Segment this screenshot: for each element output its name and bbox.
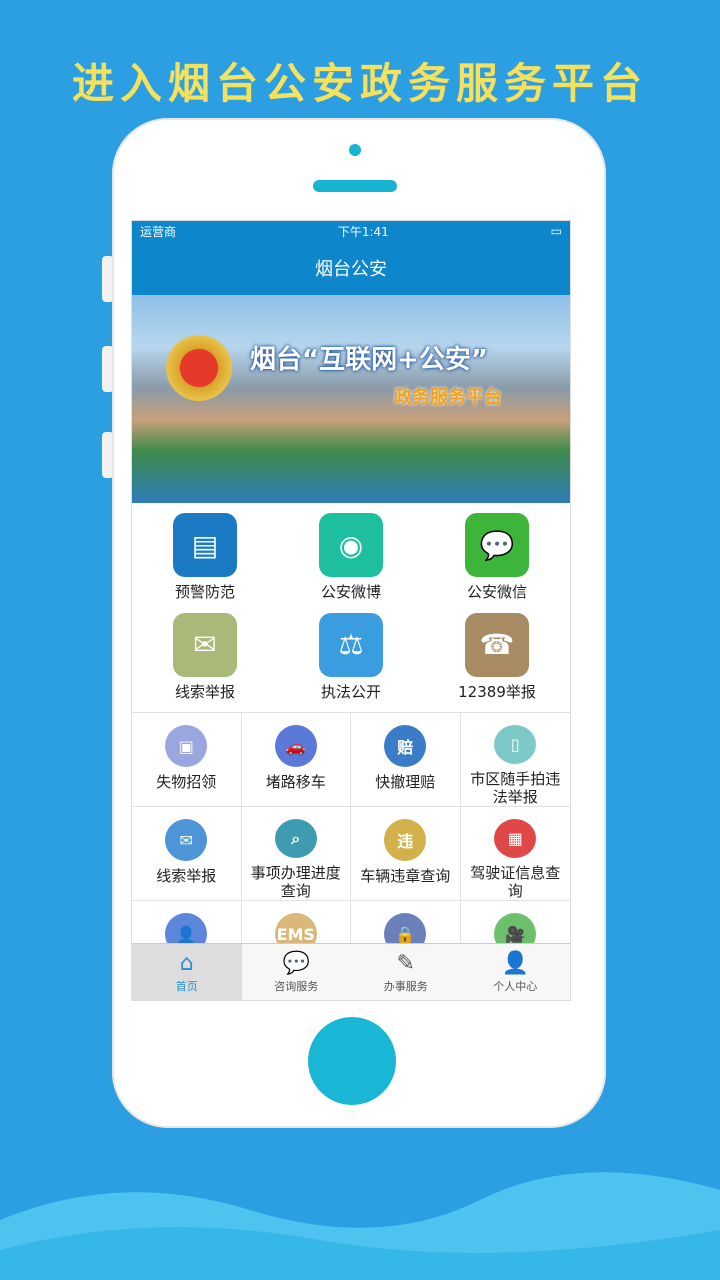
service-item[interactable]: 违车辆违章查询 [351,807,461,901]
phone-camera [349,144,361,156]
service-label: 线索举报 [156,867,217,885]
service-item[interactable]: ☎ 12389举报 [424,612,570,707]
shield-icon: 赔 [384,725,427,767]
camera-phone-icon: ▯ [494,725,537,764]
phone-speaker [313,180,397,192]
service-label: 公安微博 [320,583,381,601]
license-icon: ▦ [494,819,537,858]
service-label: 市区随手拍违法举报 [470,770,561,806]
page-title: 烟台公安 [315,259,387,280]
newspaper-icon: ▤ [173,513,237,577]
service-label: 堵路移车 [265,773,326,791]
service-item[interactable]: ▯ 市区随手拍违法举报 [460,713,570,807]
wechat-icon: 💬 [465,513,529,577]
tab-label: 首页 [175,980,198,993]
tab-item[interactable]: ✎ 办事服务 [351,944,461,1000]
police-emblem-icon [166,335,232,401]
service-label: 驾驶证信息查询 [470,864,561,900]
service-label: 预警防范 [174,583,235,601]
service-label: 失物招领 [156,773,217,791]
wave-decoration [0,1172,720,1280]
weibo-icon: ◉ [319,513,383,577]
tab-label: 办事服务 [383,980,428,993]
mail-icon: ✉ [165,819,208,861]
violation-icon: 违 [384,819,427,861]
service-label: 12389举报 [458,682,536,701]
user-icon: 👤 [501,951,529,976]
nav-bar: 烟台公安 [132,241,570,295]
tab-bar: ⌂ 首页 💬 咨询服务 ✎ 办事服务 👤 个人中心 [132,943,570,1000]
service-item[interactable]: 🚗 堵路移车 [241,713,351,807]
service-label: 线索举报 [174,682,235,701]
service-label: 事项办理进度查询 [250,864,341,900]
phone-24-icon: ☎ [465,612,529,677]
service-item[interactable]: ▦ 驾驶证信息查询 [460,807,570,901]
banner-title: 烟台“互联网+公安” [250,345,488,375]
chat-icon: 💬 [282,951,310,976]
phone-home-button [308,1017,396,1105]
service-label: 车辆违章查询 [360,867,451,885]
service-item[interactable]: 赔快撤理赔 [351,713,461,807]
tab-item[interactable]: ⌂ 首页 [132,944,242,1000]
service-item[interactable]: ✉ 线索举报 [132,807,242,901]
tab-label: 咨询服务 [274,980,319,993]
tab-item[interactable]: 👤 个人中心 [461,944,571,1000]
promo-title: 进入烟台公安政务服务平台 [71,59,648,108]
service-item[interactable]: ◉ 公安微博 [278,513,424,607]
home-icon: ⌂ [179,951,194,976]
edit-icon: ✎ [396,951,415,976]
carrier: 运营商 [140,224,177,239]
search-doc-icon: ⌕ [274,819,317,858]
service-label: 执法公开 [320,682,381,701]
service-item[interactable]: ⌕ 事项办理进度查询 [241,807,351,901]
banner-subtitle: 政务服务平台 [394,387,502,408]
banner[interactable]: 烟台“互联网+公安” 政务服务平台 [132,295,570,503]
main-services: ▤ 预警防范 ◉ 公安微博 💬 公安微信 ✉ 线索举报 ⚖ 执法公开 ☎ 12389举报 [132,503,570,713]
box-icon: ▣ [165,725,208,767]
scales-icon: ⚖ [319,612,383,677]
status-bar: 运营商 下午1:41 ▭ [132,221,570,241]
app-screen: 运营商 下午1:41 ▭ 烟台公安 烟台“互联网+公安” 政务服务平台 ▤ 预警防… [131,220,571,1001]
service-label: 快撤理赔 [375,773,436,791]
service-item[interactable]: 💬 公安微信 [424,513,570,607]
service-item[interactable]: ▣ 失物招领 [132,713,242,807]
envelope-icon: ✉ [173,612,237,677]
service-item[interactable]: ▤ 预警防范 [132,513,278,607]
service-item[interactable]: ✉ 线索举报 [132,612,278,707]
tab-label: 个人中心 [493,980,538,993]
car-icon: 🚗 [274,725,317,767]
tab-item[interactable]: 💬 咨询服务 [242,944,352,1000]
clock: 下午1:41 [337,224,389,239]
battery-icon: ▭ [550,224,562,238]
service-item[interactable]: ⚖ 执法公开 [278,612,424,707]
service-label: 公安微信 [466,583,527,601]
